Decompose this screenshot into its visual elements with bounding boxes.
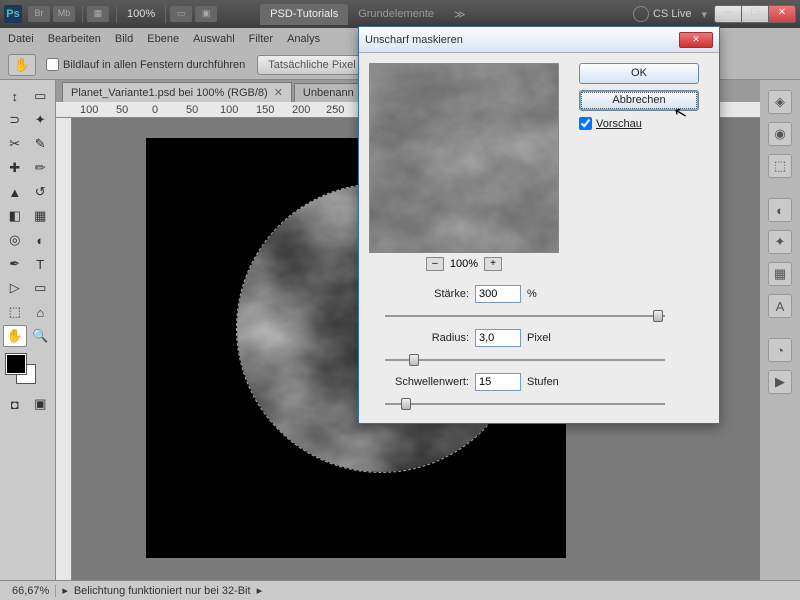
- actions-icon[interactable]: ▶: [768, 370, 792, 394]
- strength-input[interactable]: [475, 285, 521, 303]
- ok-button[interactable]: OK: [579, 63, 699, 84]
- dodge-tool[interactable]: ◐: [29, 229, 53, 251]
- type-tool[interactable]: T: [29, 253, 53, 275]
- pen-tool[interactable]: ✒: [3, 253, 27, 275]
- quickmask-button[interactable]: ◘: [3, 393, 27, 415]
- layers-icon[interactable]: ◈: [768, 90, 792, 114]
- screenmode-button[interactable]: ▣: [195, 6, 217, 22]
- close-icon[interactable]: ✕: [274, 86, 283, 99]
- threshold-input[interactable]: [475, 373, 521, 391]
- zoom-value[interactable]: 100%: [127, 8, 155, 20]
- actual-pixels-button[interactable]: Tatsächliche Pixel: [257, 55, 366, 75]
- filter-preview[interactable]: [369, 63, 559, 253]
- 3d-tool[interactable]: ⬚: [3, 301, 27, 323]
- unsharp-mask-dialog: Unscharf maskieren ✕ – 100% + OK Abbrech…: [358, 26, 720, 424]
- strength-label: Stärke:: [369, 288, 469, 300]
- preview-checkbox[interactable]: Vorschau: [579, 117, 709, 130]
- history-icon[interactable]: ◔: [768, 338, 792, 362]
- app-icon: Ps: [4, 5, 22, 23]
- cslive-label[interactable]: CS Live: [653, 8, 692, 20]
- status-bar: 66,67% ▸ Belichtung funktioniert nur bei…: [0, 580, 800, 600]
- history-brush-tool[interactable]: ↺: [29, 181, 53, 203]
- arrange-button[interactable]: ▭: [170, 6, 192, 22]
- hand-tool[interactable]: ✋: [3, 325, 27, 347]
- right-dock: ◈ ◉ ⬚ ◐ ✦ ▦ A ◔ ▶: [760, 80, 800, 580]
- brush-tool[interactable]: ✏: [29, 157, 53, 179]
- dialog-title: Unscharf maskieren: [365, 34, 463, 46]
- radius-input[interactable]: [475, 329, 521, 347]
- toolbox: ↕▭ ⊃✦ ✂✎ ✚✏ ▲↺ ◧▦ ◎◐ ✒T ▷▭ ⬚⌂ ✋🔍 ◘▣: [0, 80, 56, 580]
- adjustments-icon[interactable]: ◐: [768, 198, 792, 222]
- channels-icon[interactable]: ◉: [768, 122, 792, 146]
- menu-bild[interactable]: Bild: [115, 33, 133, 45]
- workspace-tabs: PSD-Tutorials Grundelemente ≫: [260, 4, 475, 25]
- workspace-more[interactable]: ≫: [444, 4, 476, 25]
- menu-auswahl[interactable]: Auswahl: [193, 33, 235, 45]
- color-swatch[interactable]: [6, 354, 49, 386]
- search-icon[interactable]: [633, 6, 649, 22]
- stamp-tool[interactable]: ▲: [3, 181, 27, 203]
- minimize-button[interactable]: —: [714, 5, 742, 23]
- status-message: Belichtung funktioniert nur bei 32-Bit: [74, 585, 251, 597]
- wand-tool[interactable]: ✦: [29, 109, 53, 131]
- shape-tool[interactable]: ▭: [29, 277, 53, 299]
- ruler-vertical: [56, 118, 72, 580]
- view-extras-button[interactable]: ▦: [87, 6, 109, 22]
- lasso-tool[interactable]: ⊃: [3, 109, 27, 131]
- gradient-tool[interactable]: ▦: [29, 205, 53, 227]
- blur-tool[interactable]: ◎: [3, 229, 27, 251]
- eyedropper-tool[interactable]: ✎: [29, 133, 53, 155]
- dialog-close-button[interactable]: ✕: [679, 32, 713, 48]
- workspace-tab[interactable]: Grundelemente: [348, 4, 444, 25]
- swatches-icon[interactable]: ▦: [768, 262, 792, 286]
- bridge-button[interactable]: Br: [28, 6, 50, 22]
- preview-zoom: 100%: [450, 258, 478, 270]
- menu-ebene[interactable]: Ebene: [147, 33, 179, 45]
- threshold-label: Schwellenwert:: [369, 376, 469, 388]
- zoom-field[interactable]: 66,67%: [6, 585, 56, 597]
- dialog-titlebar[interactable]: Unscharf maskieren ✕: [359, 27, 719, 53]
- title-bar: Ps Br Mb ▦ 100% ▭ ▣ PSD-Tutorials Grunde…: [0, 0, 800, 28]
- crop-tool[interactable]: ✂: [3, 133, 27, 155]
- menu-analyse[interactable]: Analys: [287, 33, 320, 45]
- eraser-tool[interactable]: ◧: [3, 205, 27, 227]
- zoom-tool[interactable]: 🔍: [29, 325, 52, 347]
- scroll-all-checkbox[interactable]: Bildlauf in allen Fenstern durchführen: [46, 58, 245, 71]
- select-tool[interactable]: ▭: [29, 85, 53, 107]
- zoom-out-button[interactable]: –: [426, 257, 444, 271]
- path-tool[interactable]: ▷: [3, 277, 27, 299]
- radius-label: Radius:: [369, 332, 469, 344]
- radius-slider[interactable]: [385, 353, 665, 367]
- maximize-button[interactable]: ☐: [741, 5, 769, 23]
- menu-datei[interactable]: Datei: [8, 33, 34, 45]
- camera-tool[interactable]: ⌂: [29, 301, 53, 323]
- close-button[interactable]: ✕: [768, 5, 796, 23]
- menu-filter[interactable]: Filter: [249, 33, 273, 45]
- zoom-in-button[interactable]: +: [484, 257, 502, 271]
- threshold-slider[interactable]: [385, 397, 665, 411]
- workspace-tab[interactable]: PSD-Tutorials: [260, 4, 348, 25]
- move-tool[interactable]: ↕: [3, 85, 27, 107]
- styles-icon[interactable]: ✦: [768, 230, 792, 254]
- screenmode-tool[interactable]: ▣: [29, 393, 53, 415]
- character-icon[interactable]: A: [768, 294, 792, 318]
- minibridge-button[interactable]: Mb: [53, 6, 75, 22]
- strength-slider[interactable]: [385, 309, 665, 323]
- menu-bearbeiten[interactable]: Bearbeiten: [48, 33, 101, 45]
- paths-icon[interactable]: ⬚: [768, 154, 792, 178]
- cancel-button[interactable]: Abbrechen: [579, 90, 699, 111]
- heal-tool[interactable]: ✚: [3, 157, 27, 179]
- current-tool-indicator[interactable]: ✋: [8, 54, 36, 76]
- document-tab[interactable]: Unbenann: [294, 83, 363, 102]
- document-tab[interactable]: Planet_Variante1.psd bei 100% (RGB/8)✕: [62, 82, 292, 102]
